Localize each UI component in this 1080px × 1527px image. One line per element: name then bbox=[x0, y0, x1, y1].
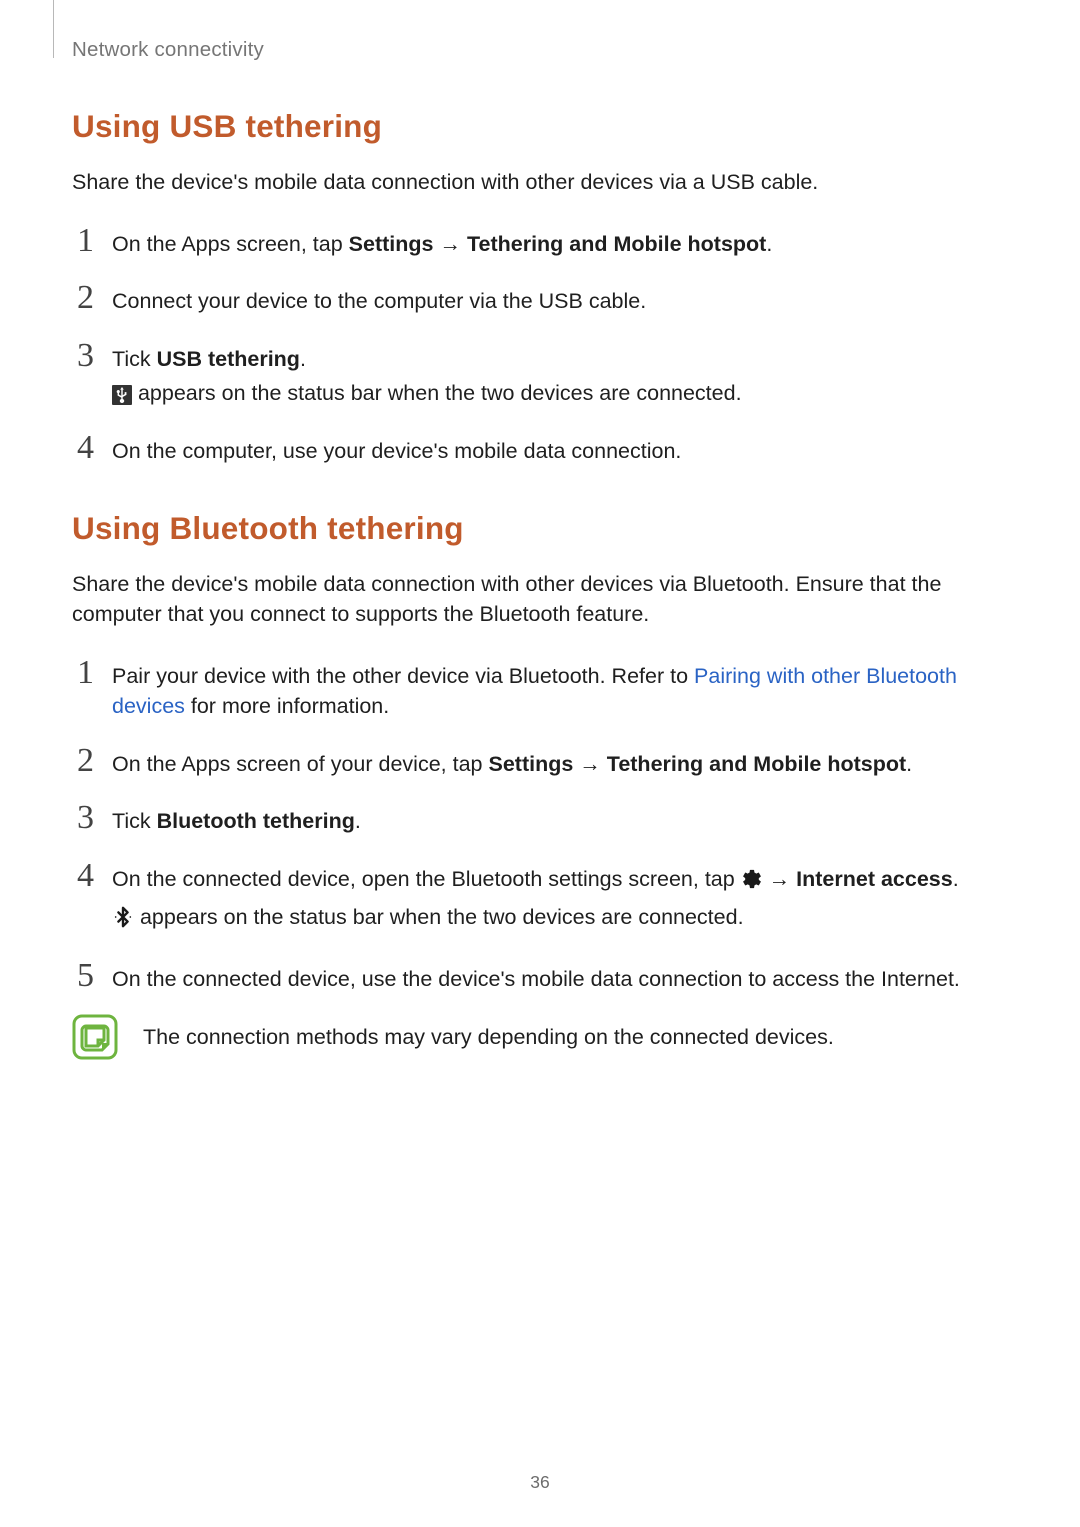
heading-bluetooth-tethering: Using Bluetooth tethering bbox=[72, 510, 1008, 547]
steps-usb: 1 On the Apps screen, tap Settings → Tet… bbox=[72, 224, 1008, 467]
step-number: 1 bbox=[72, 224, 94, 258]
step-sub: appears on the status bar when the two d… bbox=[112, 378, 1008, 409]
step-number: 2 bbox=[72, 744, 94, 778]
step-usb-1: 1 On the Apps screen, tap Settings → Tet… bbox=[72, 224, 1008, 260]
step-bt-4: 4 On the connected device, open the Blue… bbox=[72, 859, 1008, 937]
gear-icon bbox=[741, 868, 763, 899]
step-bt-5: 5 On the connected device, use the devic… bbox=[72, 959, 1008, 995]
heading-usb-tethering: Using USB tethering bbox=[72, 108, 1008, 145]
step-body: On the Apps screen, tap Settings → Tethe… bbox=[112, 229, 1008, 260]
step-number: 1 bbox=[72, 656, 94, 690]
page-body: Network connectivity Using USB tethering… bbox=[0, 0, 1080, 1060]
step-body: On the connected device, open the Blueto… bbox=[112, 864, 1008, 937]
step-body: Tick USB tethering. appears on the statu… bbox=[112, 344, 1008, 409]
chapter-title: Network connectivity bbox=[72, 38, 1008, 62]
step-sub: appears on the status bar when the two d… bbox=[112, 902, 1008, 937]
step-usb-3: 3 Tick USB tethering. appears on the sta… bbox=[72, 339, 1008, 409]
step-number: 2 bbox=[72, 281, 94, 315]
step-number: 5 bbox=[72, 959, 94, 993]
step-number: 4 bbox=[72, 859, 94, 893]
step-number: 4 bbox=[72, 431, 94, 465]
step-number: 3 bbox=[72, 339, 94, 373]
step-body: Tick Bluetooth tethering. bbox=[112, 806, 1008, 837]
bluetooth-tether-icon bbox=[112, 906, 134, 937]
intro-bt: Share the device's mobile data connectio… bbox=[72, 570, 1008, 629]
note-icon bbox=[72, 1014, 118, 1060]
margin-rule bbox=[53, 0, 54, 58]
step-bt-1: 1 Pair your device with the other device… bbox=[72, 656, 1008, 722]
usb-status-icon bbox=[112, 385, 132, 405]
page-number: 36 bbox=[0, 1472, 1080, 1493]
step-body: On the Apps screen of your device, tap S… bbox=[112, 749, 1008, 780]
step-body: Pair your device with the other device v… bbox=[112, 661, 1008, 722]
step-bt-3: 3 Tick Bluetooth tethering. bbox=[72, 801, 1008, 837]
step-usb-2: 2 Connect your device to the computer vi… bbox=[72, 281, 1008, 317]
step-body: On the connected device, use the device'… bbox=[112, 964, 1008, 995]
intro-usb: Share the device's mobile data connectio… bbox=[72, 168, 1008, 198]
step-usb-4: 4 On the computer, use your device's mob… bbox=[72, 431, 1008, 467]
note-block: The connection methods may vary dependin… bbox=[72, 1014, 1008, 1060]
step-number: 3 bbox=[72, 801, 94, 835]
step-bt-2: 2 On the Apps screen of your device, tap… bbox=[72, 744, 1008, 780]
steps-bt: 1 Pair your device with the other device… bbox=[72, 656, 1008, 995]
step-body: On the computer, use your device's mobil… bbox=[112, 436, 1008, 467]
note-text: The connection methods may vary dependin… bbox=[143, 1025, 834, 1050]
step-body: Connect your device to the computer via … bbox=[112, 286, 1008, 317]
